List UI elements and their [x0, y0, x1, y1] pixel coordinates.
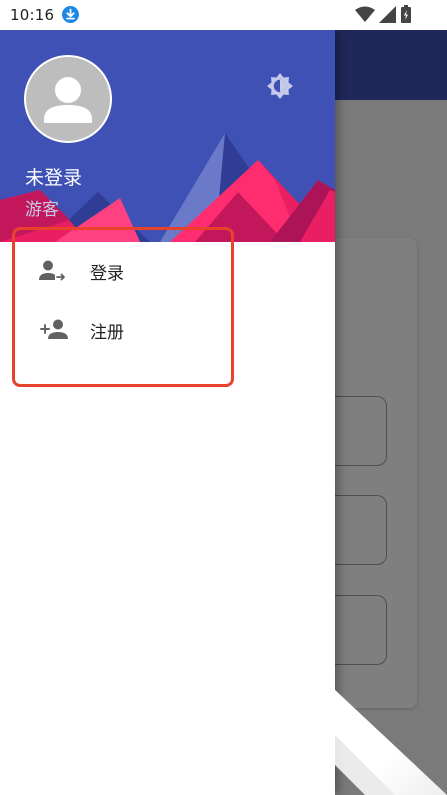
download-icon	[62, 6, 79, 23]
avatar[interactable]	[24, 55, 112, 143]
drawer-header: 未登录 游客	[0, 30, 335, 242]
menu-item-register[interactable]: 注册	[0, 301, 335, 359]
menu-item-label: 登录	[90, 264, 124, 284]
person-icon	[44, 77, 92, 123]
battery-icon	[401, 5, 411, 23]
page-curl	[335, 690, 447, 795]
status-bar: 10:16	[0, 0, 447, 30]
menu-item-login[interactable]: 登录	[0, 242, 335, 300]
user-name: 未登录	[25, 167, 83, 189]
login-icon	[39, 260, 65, 281]
brightness-icon[interactable]	[266, 72, 294, 100]
menu-item-label: 注册	[90, 323, 124, 343]
navigation-drawer: 未登录 游客 登录 注册	[0, 30, 335, 795]
person-add-icon	[40, 319, 68, 339]
user-role: 游客	[25, 200, 59, 220]
status-time: 10:16	[10, 6, 55, 24]
wifi-icon	[355, 6, 375, 22]
signal-icon	[379, 6, 396, 23]
